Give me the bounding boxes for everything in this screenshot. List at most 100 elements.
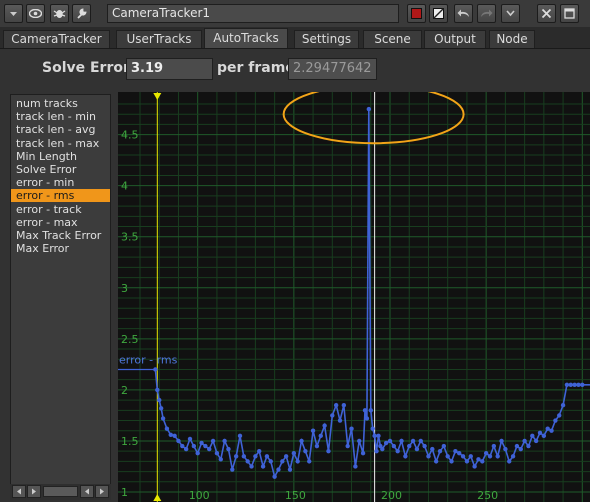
curve-point[interactable]	[518, 446, 523, 452]
curve-point[interactable]	[357, 438, 362, 444]
curve-point[interactable]	[264, 454, 270, 459]
curve-point[interactable]	[376, 433, 381, 439]
curve-point[interactable]	[426, 454, 431, 459]
per-frame-field[interactable]: 2.29477642	[288, 58, 377, 80]
curve-point[interactable]	[237, 433, 243, 439]
curve-graph[interactable]: 1 1.5 2 2.5 3 3.5 4 4.5 100 150 200 250 error - rm…	[118, 92, 590, 502]
curve-point[interactable]	[268, 459, 273, 464]
curve-point[interactable]	[362, 408, 368, 413]
curve-point[interactable]	[545, 426, 550, 431]
curve-point[interactable]	[522, 438, 527, 444]
curve-point[interactable]	[476, 457, 481, 462]
curve-point[interactable]	[445, 454, 450, 459]
script-button[interactable]	[501, 4, 520, 23]
curve-point[interactable]	[353, 464, 358, 469]
curve-point[interactable]	[214, 451, 220, 456]
scroll-right-end-button[interactable]	[95, 485, 109, 498]
curve-point[interactable]	[180, 443, 185, 449]
curve-point[interactable]	[391, 443, 397, 449]
tab-settings[interactable]: Settings	[294, 30, 359, 48]
curve-point[interactable]	[241, 454, 247, 459]
redo-button[interactable]	[477, 4, 496, 23]
curve-point[interactable]	[199, 440, 204, 446]
curve-point[interactable]	[568, 382, 573, 387]
curve-point[interactable]	[249, 464, 254, 469]
curve-point[interactable]	[210, 438, 216, 444]
curve-list-item[interactable]: Max Error	[11, 242, 110, 255]
curve-point[interactable]	[480, 459, 485, 464]
scroll-right-button[interactable]	[27, 485, 41, 498]
panel-toggle-button[interactable]	[4, 4, 23, 23]
curve-point[interactable]	[457, 451, 462, 456]
curve-point[interactable]	[422, 443, 427, 449]
solve-error-field[interactable]: 3.19	[126, 58, 213, 80]
curve-point[interactable]	[468, 454, 473, 459]
curve-point[interactable]	[410, 438, 416, 444]
curve-point[interactable]	[330, 413, 335, 418]
curve-point[interactable]	[387, 438, 393, 444]
curve-point[interactable]	[299, 438, 304, 444]
curve-list-item[interactable]: error - rms	[11, 189, 110, 203]
curve-point[interactable]	[472, 464, 477, 469]
scroll-left-end-button[interactable]	[80, 485, 94, 498]
curve-point[interactable]	[176, 438, 181, 444]
curve-point[interactable]	[349, 426, 354, 431]
curve-point[interactable]	[272, 474, 277, 479]
curve-point[interactable]	[503, 446, 508, 452]
curve-point[interactable]	[414, 446, 420, 452]
curve-list-item[interactable]: error - min	[11, 176, 110, 189]
curve-point[interactable]	[549, 428, 554, 433]
curve-point[interactable]	[453, 448, 458, 454]
curve-point[interactable]	[407, 443, 412, 449]
tab-node[interactable]: Node	[489, 30, 535, 48]
curve-list-item[interactable]: track len - max	[11, 137, 110, 150]
curve-point[interactable]	[191, 443, 197, 449]
undo-button[interactable]	[454, 4, 473, 23]
curve-point[interactable]	[433, 459, 439, 464]
curve-point[interactable]	[495, 454, 500, 459]
curve-point[interactable]	[368, 408, 373, 413]
curve-point[interactable]	[318, 433, 323, 439]
wrench-button[interactable]	[72, 4, 91, 23]
curve-point[interactable]	[560, 403, 566, 408]
close-panel-button[interactable]	[560, 4, 579, 23]
curve-point[interactable]	[218, 457, 223, 462]
curve-list-item[interactable]: num tracks	[11, 97, 110, 110]
bug-button[interactable]	[50, 4, 69, 23]
curve-list-scrollbar[interactable]	[10, 484, 111, 500]
node-name-field[interactable]: CameraTracker1	[107, 4, 399, 23]
curve-point[interactable]	[441, 443, 447, 449]
curve-point[interactable]	[507, 459, 512, 464]
curve-point[interactable]	[257, 448, 262, 454]
curve-point[interactable]	[195, 451, 200, 456]
curve-point[interactable]	[345, 443, 350, 449]
curve-point[interactable]	[287, 467, 293, 472]
curve-point[interactable]	[572, 382, 577, 387]
curve-point[interactable]	[514, 443, 520, 449]
tab-usertracks[interactable]: UserTracks	[116, 30, 202, 48]
curve-list-item[interactable]: error - max	[11, 216, 110, 229]
curve-point[interactable]	[207, 446, 212, 452]
icon-color-button[interactable]	[429, 4, 448, 23]
curve-point[interactable]	[276, 467, 281, 472]
curve-point[interactable]	[380, 446, 385, 452]
curve-point[interactable]	[491, 443, 497, 449]
curve-point[interactable]	[370, 426, 375, 431]
curve-point[interactable]	[307, 459, 312, 464]
curve-point[interactable]	[283, 454, 289, 459]
curve-point[interactable]	[483, 451, 489, 456]
scroll-left-button[interactable]	[12, 485, 26, 498]
curve-point[interactable]	[337, 418, 343, 423]
curve-point[interactable]	[157, 397, 162, 403]
curve-point[interactable]	[403, 454, 408, 459]
curve-point[interactable]	[326, 448, 331, 454]
node-color-button[interactable]	[407, 4, 426, 23]
curve-point[interactable]	[160, 416, 166, 421]
curve-list-item[interactable]: Solve Error	[11, 163, 110, 176]
curve-point[interactable]	[418, 438, 423, 444]
curve-point[interactable]	[295, 459, 300, 464]
curve-point[interactable]	[341, 403, 347, 408]
eye-button[interactable]	[26, 4, 45, 23]
curve-point[interactable]	[366, 106, 372, 112]
curve-point[interactable]	[526, 443, 531, 449]
